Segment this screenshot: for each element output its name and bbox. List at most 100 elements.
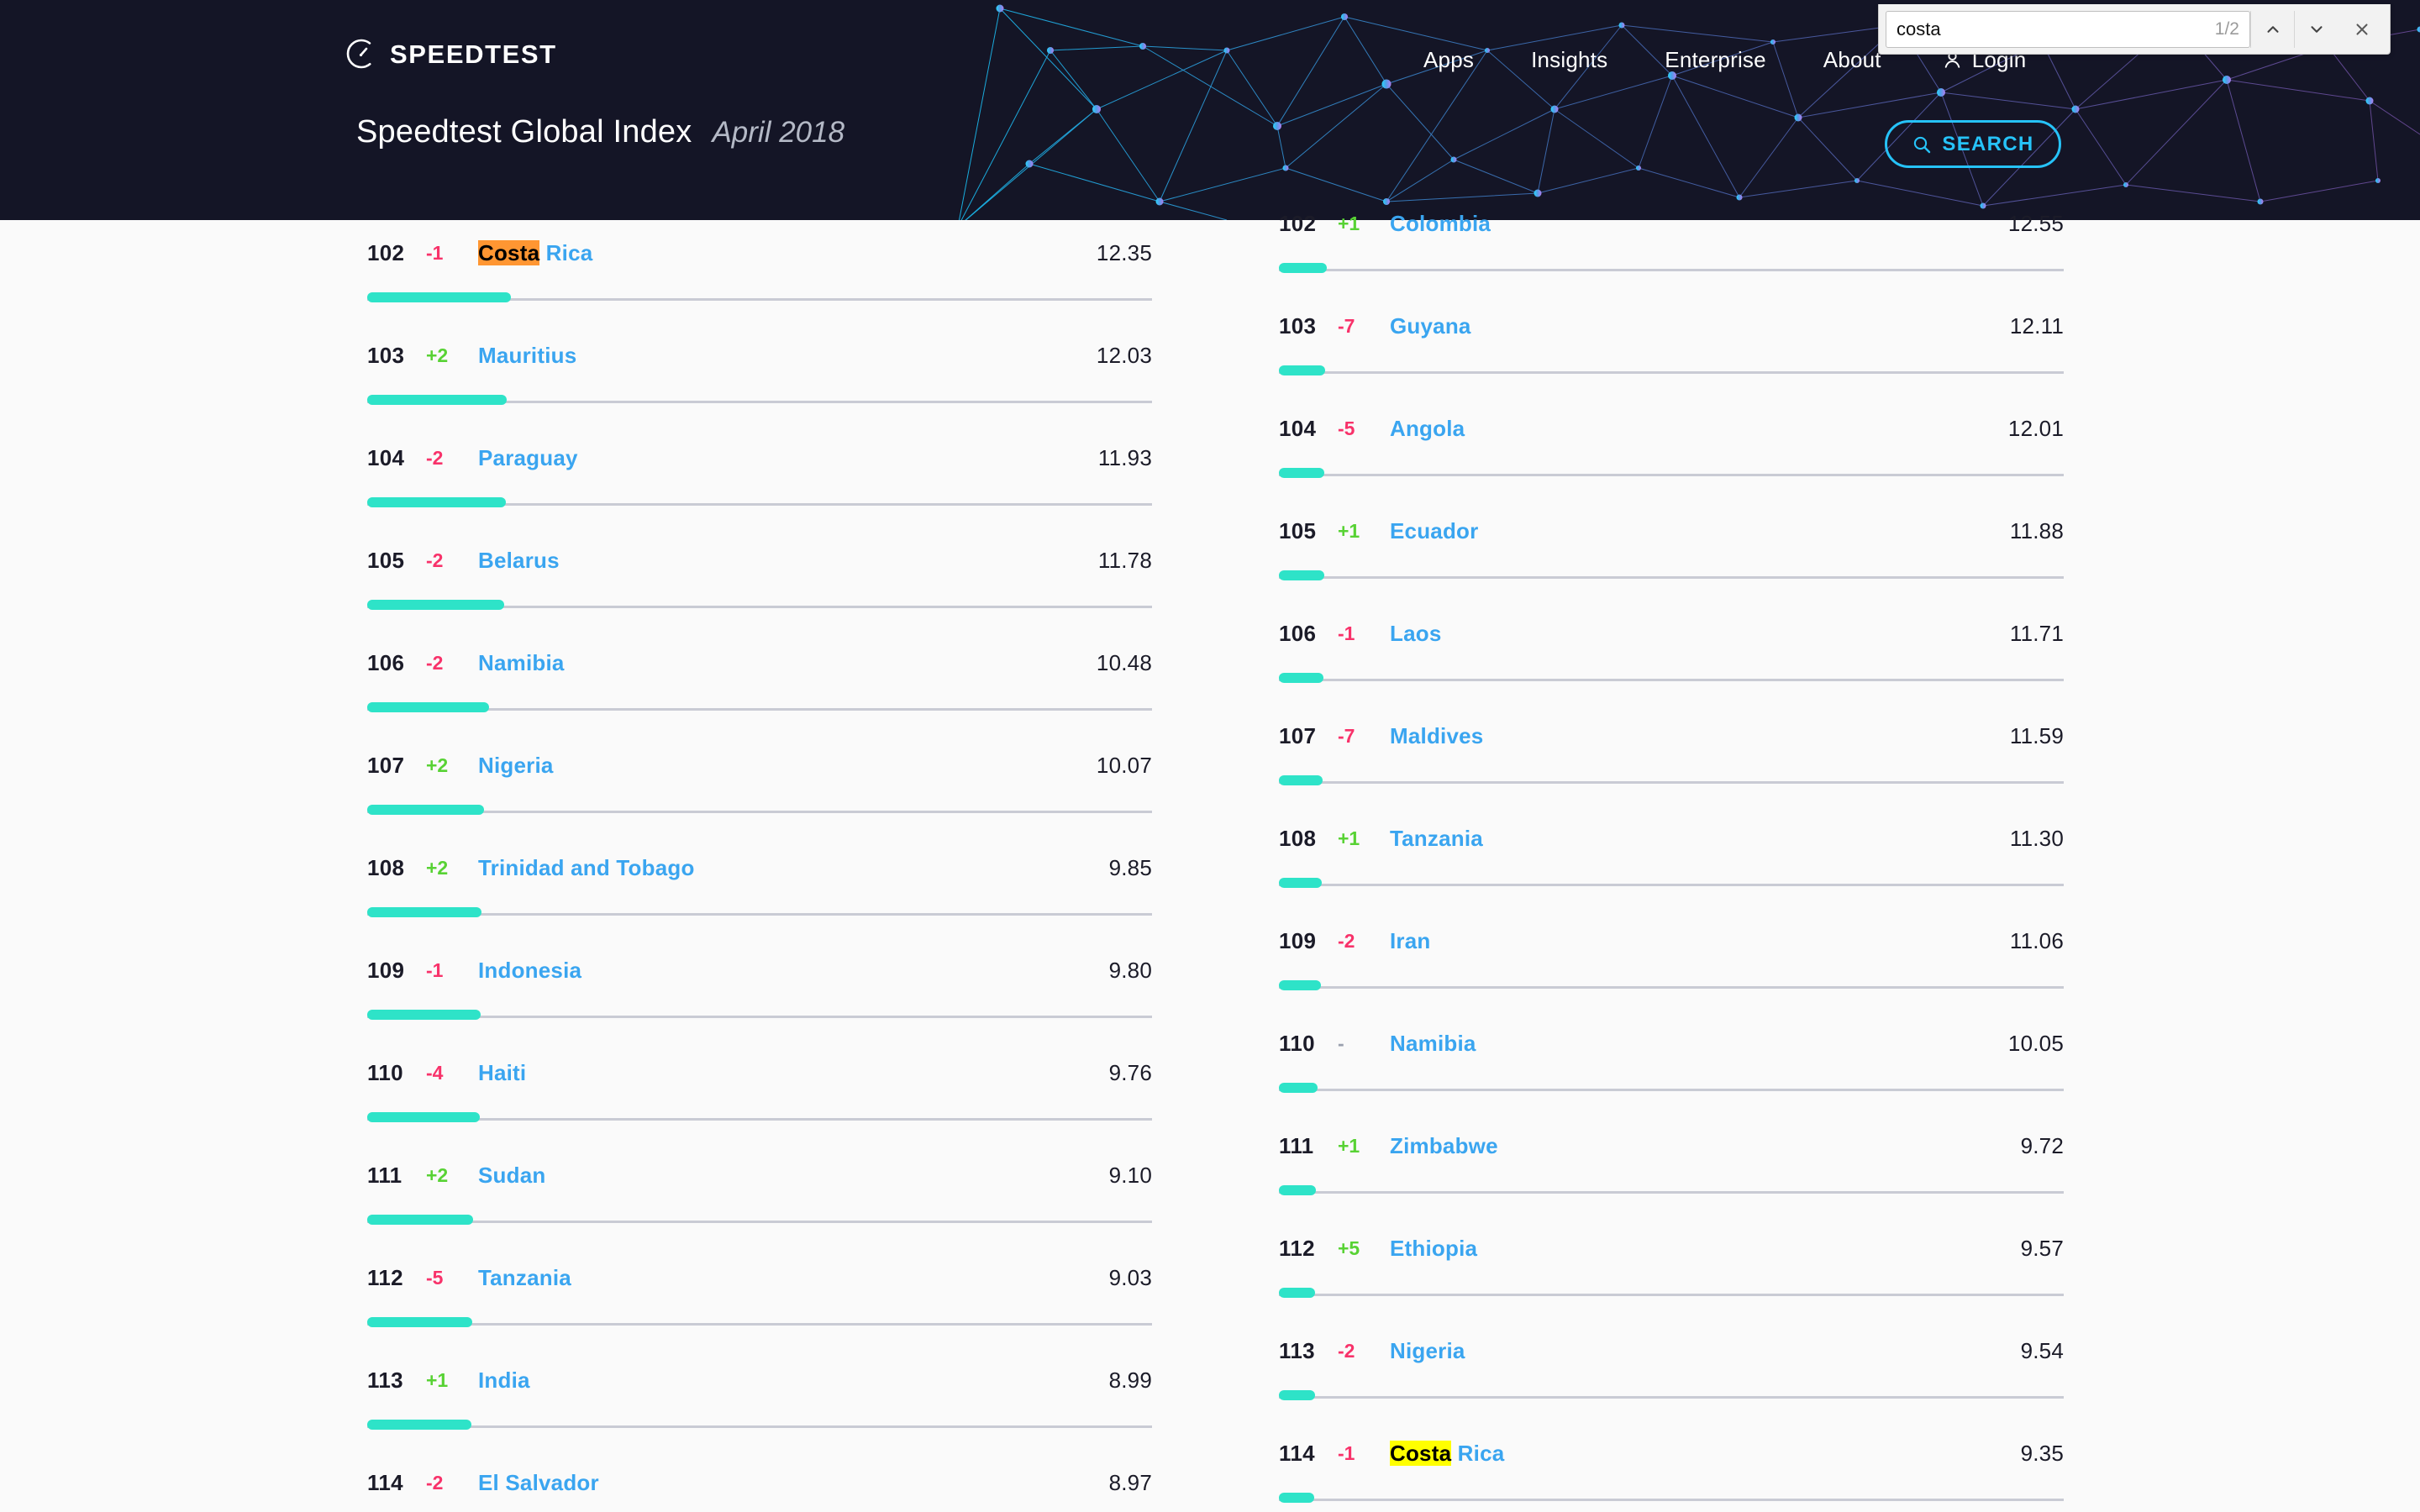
speed-value: 11.78: [1097, 547, 1152, 573]
ranking-row-line: 113 -2 Nigeria 9.54: [1279, 1318, 2064, 1383]
rank-number: 105: [367, 547, 405, 573]
country-link[interactable]: Tanzania: [1390, 826, 1938, 852]
speed-bar-track: [367, 1221, 1152, 1223]
country-link[interactable]: Guyana: [1390, 313, 1938, 339]
speed-bar-track: [1279, 1191, 2064, 1194]
country-link[interactable]: Nigeria: [478, 753, 1026, 779]
nav-item-apps[interactable]: Apps: [1395, 47, 1502, 73]
find-next-button[interactable]: [2294, 10, 2338, 48]
rank-change: -: [1338, 1032, 1344, 1054]
speed-bar-fill: [1279, 1390, 1315, 1400]
speedometer-icon: [345, 37, 378, 71]
find-input[interactable]: [1897, 18, 2207, 40]
speed-bar-track: [367, 913, 1152, 916]
country-link[interactable]: Iran: [1390, 928, 1938, 954]
speedtest-logo[interactable]: SPEEDTEST: [345, 37, 557, 71]
speed-bar-track: [1279, 576, 2064, 579]
ranking-row: 112 +5 Ethiopia 9.57: [1279, 1215, 2064, 1318]
find-close-button[interactable]: [2341, 11, 2383, 48]
ranking-row-line: 105 +1 Ecuador 11.88: [1279, 498, 2064, 564]
speed-value: 9.10: [1108, 1162, 1152, 1188]
ranking-row: 107 -7 Maldives 11.59: [1279, 703, 2064, 806]
country-link[interactable]: Belarus: [478, 548, 1026, 574]
speed-value: 9.35: [2020, 1440, 2064, 1466]
nav-item-insights[interactable]: Insights: [1502, 47, 1636, 73]
speed-value: 10.07: [1096, 752, 1152, 778]
ranking-row-line: 107 +2 Nigeria 10.07: [367, 732, 1152, 798]
speed-value: 11.06: [2009, 927, 2064, 953]
speed-value: 9.03: [1108, 1264, 1152, 1290]
speed-bar-track: [1279, 884, 2064, 886]
speed-value: 10.05: [2007, 1030, 2064, 1056]
country-link[interactable]: Costa Rica: [1390, 1440, 1938, 1467]
speed-bar-fill: [1279, 1493, 1315, 1503]
speed-bar-track: [1279, 269, 2064, 271]
browser-find-bar: 1/2: [1878, 4, 2391, 55]
country-link[interactable]: Tanzania: [478, 1265, 1026, 1291]
speedtest-global-index-page: SPEEDTEST Speedtest Global Index April 2…: [0, 0, 2420, 1512]
speed-value: 9.57: [2020, 1235, 2064, 1261]
ranking-row: 111 +1 Zimbabwe 9.72: [1279, 1113, 2064, 1215]
close-icon: [2356, 23, 2368, 35]
find-input-wrapper[interactable]: 1/2: [1886, 10, 2250, 48]
country-link[interactable]: Nigeria: [1390, 1338, 1938, 1364]
country-link[interactable]: Laos: [1390, 621, 1938, 647]
country-link[interactable]: Maldives: [1390, 723, 1938, 749]
country-link[interactable]: Namibia: [478, 650, 1026, 676]
ranking-row: 107 +2 Nigeria 10.07: [367, 732, 1152, 835]
nav-item-enterprise[interactable]: Enterprise: [1636, 47, 1795, 73]
speed-bar-fill: [367, 497, 507, 507]
country-link[interactable]: Haiti: [478, 1060, 1026, 1086]
ranking-rows-left: 102 -1 Costa Rica 12.35 103 +2 Mauritius 12.03 1…: [367, 220, 1152, 1512]
rank-change: +2: [426, 344, 449, 366]
country-link[interactable]: Namibia: [1390, 1031, 1938, 1057]
find-previous-button[interactable]: [2250, 10, 2294, 48]
speed-bar-fill: [367, 907, 482, 917]
speed-bar-fill: [367, 805, 485, 815]
page-title: Speedtest Global Index: [356, 114, 692, 150]
ranking-row-line: 104 -2 Paraguay 11.93: [367, 425, 1152, 491]
country-link[interactable]: Angola: [1390, 416, 1938, 442]
ranking-row: 110 - Namibia 10.05: [1279, 1011, 2064, 1113]
country-link[interactable]: Ecuador: [1390, 518, 1938, 544]
rank-change: +2: [426, 753, 449, 776]
speed-bar-track: [367, 1425, 1152, 1428]
ranking-row-line: 107 -7 Maldives 11.59: [1279, 703, 2064, 769]
ranking-row-line: 103 -7 Guyana 12.11: [1279, 293, 2064, 359]
country-link[interactable]: Costa Rica: [478, 239, 1026, 266]
rank-change: +1: [1338, 1134, 1360, 1157]
rank-change: -1: [1338, 622, 1355, 644]
page-period: April 2018: [712, 116, 845, 149]
country-link[interactable]: Indonesia: [478, 958, 1026, 984]
country-link[interactable]: Ethiopia: [1390, 1236, 1938, 1262]
ranking-row-line: 111 +2 Sudan 9.10: [367, 1142, 1152, 1208]
speed-bar-track: [1279, 781, 2064, 784]
ranking-row: 110 -4 Haiti 9.76: [367, 1040, 1152, 1142]
country-link[interactable]: Zimbabwe: [1390, 1133, 1938, 1159]
ranking-row-line: 110 -4 Haiti 9.76: [367, 1040, 1152, 1105]
country-link[interactable]: El Salvador: [478, 1470, 1026, 1496]
country-link[interactable]: Trinidad and Tobago: [478, 855, 1026, 881]
country-link[interactable]: India: [478, 1368, 1026, 1394]
rank-number: 103: [367, 342, 405, 368]
country-link[interactable]: Mauritius: [478, 343, 1026, 369]
speed-value: 12.11: [2009, 312, 2064, 339]
ranking-row-line: 108 +2 Trinidad and Tobago 9.85: [367, 835, 1152, 900]
chevron-up-icon: [2266, 25, 2279, 33]
ranking-row-line: 109 -1 Indonesia 9.80: [367, 937, 1152, 1003]
rank-change: +1: [1338, 827, 1360, 849]
ranking-row: 109 -2 Iran 11.06: [1279, 908, 2064, 1011]
ranking-row: 114 -1 Costa Rica 9.35: [1279, 1420, 2064, 1512]
ranking-row-line: 109 -2 Iran 11.06: [1279, 908, 2064, 974]
ranking-row: 102 -1 Costa Rica 12.35: [367, 220, 1152, 323]
country-link[interactable]: Sudan: [478, 1163, 1026, 1189]
country-link[interactable]: Paraguay: [478, 445, 1026, 471]
rank-change: +1: [426, 1368, 449, 1391]
rank-number: 105: [1279, 517, 1317, 543]
rank-change: -7: [1338, 314, 1355, 337]
speed-value: 12.03: [1096, 342, 1152, 368]
speed-bar-track: [1279, 474, 2064, 476]
search-button[interactable]: SEARCH: [1885, 120, 2061, 168]
ranking-row: 112 -5 Tanzania 9.03: [367, 1245, 1152, 1347]
rank-number: 106: [367, 649, 405, 675]
